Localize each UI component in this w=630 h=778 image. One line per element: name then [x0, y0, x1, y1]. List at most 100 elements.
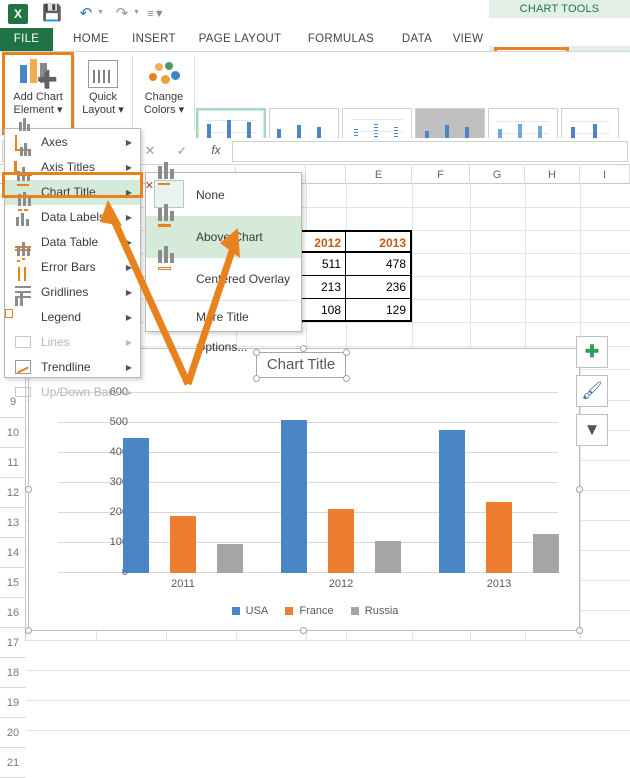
submenu-item-above-chart[interactable]: Above Chart — [146, 216, 301, 258]
submenu-label-centered-overlay: Centered Overlay — [196, 258, 290, 300]
trendline-icon — [13, 358, 33, 376]
row-header-21[interactable]: 21 — [0, 748, 26, 778]
add-chart-element-highlight — [2, 52, 74, 135]
column-header-E[interactable]: E — [346, 166, 412, 184]
data-cell-r3c2[interactable]: 129 — [346, 299, 412, 322]
menu-label-axes: Axes — [41, 130, 68, 155]
chart-handle-mr[interactable] — [576, 486, 583, 493]
bar-russia-2011[interactable] — [217, 544, 243, 573]
data-cell-r2c2[interactable]: 236 — [346, 276, 412, 299]
tab-formulas[interactable]: FORMULAS — [300, 28, 382, 51]
row-header-17[interactable]: 17 — [0, 628, 26, 658]
menu-label-error-bars: Error Bars — [41, 255, 96, 280]
column-header-G[interactable]: G — [470, 166, 525, 184]
data-cell-r1c2[interactable]: 478 — [346, 253, 412, 276]
menu-item-trendline[interactable]: Trendline ▶ — [5, 355, 140, 380]
bar-usa-2012[interactable] — [281, 420, 307, 573]
redo-icon[interactable]: ↷ — [112, 5, 132, 23]
bar-usa-2013[interactable] — [439, 430, 465, 573]
row-header-15[interactable]: 15 — [0, 568, 26, 598]
excel-window: X 💾 ↶ ▼ ↷ ▼ ≡▼ CHART TOOLS FILE HOME INS… — [0, 0, 630, 641]
customize-qat-icon[interactable]: ≡▼ — [146, 5, 166, 23]
chart-handle-br[interactable] — [576, 627, 583, 634]
title-handle-bl[interactable] — [253, 375, 260, 382]
row-header-18[interactable]: 18 — [0, 658, 26, 688]
confirm-formula-icon[interactable]: ✓ — [172, 143, 192, 159]
chart-filters-button[interactable]: ▼ — [576, 414, 608, 446]
legend-swatch-france — [285, 607, 293, 615]
column-header-H[interactable]: H — [525, 166, 580, 184]
title-handle-tr[interactable] — [343, 349, 350, 356]
menu-item-gridlines[interactable]: Gridlines ▶ — [5, 280, 140, 305]
row-header-19[interactable]: 19 — [0, 688, 26, 718]
tab-page-layout[interactable]: PAGE LAYOUT — [190, 28, 290, 51]
menu-item-data-table[interactable]: Data Table ▶ — [5, 230, 140, 255]
chart-title-menu-highlight — [2, 172, 143, 198]
submenu-item-more-title-options[interactable]: More Title Options... — [146, 302, 301, 332]
menu-label-data-labels: Data Labels — [41, 205, 105, 230]
menu-label-data-table: Data Table — [41, 230, 98, 255]
x-label-2012: 2012 — [301, 578, 381, 590]
row-header-13[interactable]: 13 — [0, 508, 26, 538]
menu-label-updown-bars: Up/Down Bars — [41, 380, 118, 405]
bar-russia-2013[interactable] — [533, 534, 559, 573]
lines-icon — [13, 333, 33, 351]
tab-data[interactable]: DATA — [392, 28, 442, 51]
data-cell-2013-header[interactable]: 2013 — [346, 230, 412, 253]
redo-dropdown-icon[interactable]: ▼ — [133, 9, 140, 16]
legend-item-france[interactable]: France — [285, 605, 333, 617]
column-header-F[interactable]: F — [412, 166, 470, 184]
row-header-12[interactable]: 12 — [0, 478, 26, 508]
chart-legend[interactable]: USA France Russia — [0, 605, 630, 617]
bar-usa-2011[interactable] — [123, 438, 149, 573]
formula-input[interactable] — [232, 141, 628, 162]
excel-logo-icon: X — [8, 4, 28, 24]
bar-france-2011[interactable] — [170, 516, 196, 573]
chart-tools-banner: CHART TOOLS — [489, 0, 630, 18]
bar-russia-2012[interactable] — [375, 541, 401, 573]
column-header-e3[interactable] — [306, 166, 346, 184]
legend-item-usa[interactable]: USA — [232, 605, 269, 617]
chart-handle-tc[interactable] — [300, 345, 307, 352]
chart-handle-ml[interactable] — [25, 486, 32, 493]
submenu-arrow-icon: ▶ — [126, 205, 132, 230]
quick-layout-button[interactable]: Quick Layout ▾ — [76, 54, 130, 134]
menu-item-legend[interactable]: Legend ▶ — [5, 305, 140, 330]
row-header-14[interactable]: 14 — [0, 538, 26, 568]
row-header-10[interactable]: 10 — [0, 418, 26, 448]
change-colors-button[interactable]: Change Colors ▾ — [134, 54, 194, 134]
insert-function-icon[interactable]: fx — [206, 143, 226, 157]
tab-home[interactable]: HOME — [64, 28, 118, 51]
chart-handle-bc[interactable] — [300, 627, 307, 634]
legend-item-russia[interactable]: Russia — [351, 605, 399, 617]
save-icon[interactable]: 💾 — [42, 5, 62, 23]
menu-item-data-labels[interactable]: Data Labels ▶ — [5, 205, 140, 230]
chart-elements-button[interactable]: ✚ — [576, 336, 608, 368]
undo-dropdown-icon[interactable]: ▼ — [97, 9, 104, 16]
submenu-item-none[interactable]: ✕ None — [146, 174, 301, 216]
title-overlay-icon — [154, 264, 184, 292]
change-colors-icon — [147, 62, 181, 88]
quick-layout-label-1: Quick — [76, 91, 130, 104]
legend-label-usa: USA — [246, 605, 269, 617]
row-header-20[interactable]: 20 — [0, 718, 26, 748]
title-handle-tl[interactable] — [253, 349, 260, 356]
title-handle-br[interactable] — [343, 375, 350, 382]
chart-title-text: Chart Title — [256, 352, 346, 378]
tab-insert[interactable]: INSERT — [126, 28, 182, 51]
bar-france-2012[interactable] — [328, 509, 354, 573]
chart-elements-plus-icon: ✚ — [577, 337, 607, 367]
tab-view[interactable]: VIEW — [446, 28, 490, 51]
tab-file[interactable]: FILE — [0, 28, 53, 51]
cancel-formula-icon[interactable]: ✕ — [140, 143, 160, 159]
submenu-arrow-icon: ▶ — [126, 380, 132, 405]
submenu-item-centered-overlay[interactable]: Centered Overlay — [146, 258, 301, 300]
undo-icon[interactable]: ↶ — [76, 5, 96, 23]
chart-handle-bl[interactable] — [25, 627, 32, 634]
column-header-I[interactable]: I — [580, 166, 630, 184]
row-header-11[interactable]: 11 — [0, 448, 26, 478]
bar-france-2013[interactable] — [486, 502, 512, 573]
menu-label-lines: Lines — [41, 330, 70, 355]
ribbon: ➕ Add Chart Element ▾ Quick Layout ▾ Cha… — [0, 52, 630, 137]
chart-styles-button[interactable]: 🖌 — [576, 375, 608, 407]
